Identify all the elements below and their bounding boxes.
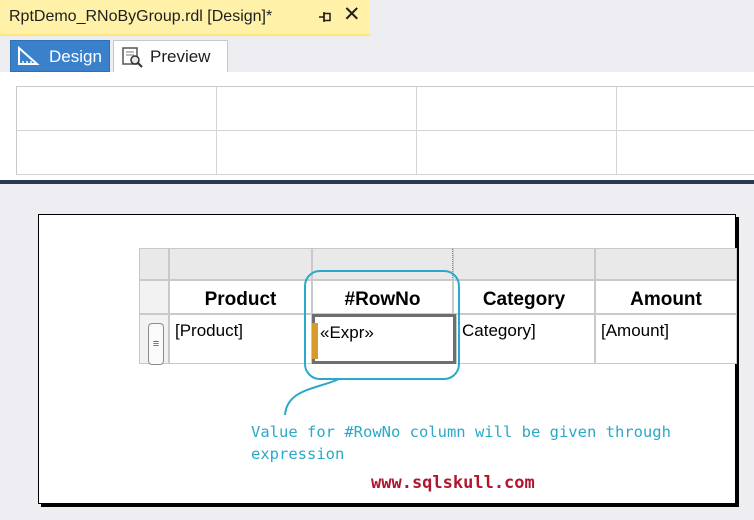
grid-cell bbox=[617, 87, 754, 131]
header-cell-category[interactable]: Category bbox=[453, 280, 595, 314]
annotation-line-2: expression bbox=[251, 445, 345, 463]
row-handle[interactable]: ≡ bbox=[139, 314, 169, 365]
tablix-corner-handle[interactable] bbox=[139, 248, 169, 280]
data-cell-amount[interactable]: [Amount] bbox=[595, 314, 737, 364]
data-cell-product[interactable]: [Product] bbox=[169, 314, 312, 364]
column-handle[interactable] bbox=[453, 248, 595, 280]
header-cell-amount[interactable]: Amount bbox=[595, 280, 737, 314]
header-cell-rowno[interactable]: #RowNo bbox=[312, 280, 453, 314]
data-cell-rowno-selected[interactable]: «Expr» bbox=[312, 314, 456, 364]
close-icon[interactable]: ✕ bbox=[343, 4, 361, 25]
pin-icon[interactable] bbox=[318, 10, 332, 27]
column-handle[interactable] bbox=[312, 248, 453, 280]
document-tab[interactable]: RptDemo_RNoByGroup.rdl [Design]* ✕ bbox=[0, 0, 370, 36]
annotation-line-1: Value for #RowNo column will be given th… bbox=[251, 423, 671, 441]
document-tab-title: RptDemo_RNoByGroup.rdl [Design]* bbox=[9, 8, 273, 25]
row-handle[interactable] bbox=[139, 280, 169, 314]
tablix[interactable]: Product #RowNo Category Amount ≡ [Produc… bbox=[139, 248, 737, 365]
grid-cell bbox=[217, 87, 417, 131]
grid-cell bbox=[617, 131, 754, 175]
grid-cell bbox=[17, 131, 217, 175]
selection-handle[interactable] bbox=[312, 323, 318, 359]
tab-design-label: Design bbox=[49, 47, 102, 66]
pane-splitter[interactable] bbox=[0, 180, 754, 184]
tab-preview[interactable]: Preview bbox=[113, 40, 228, 73]
column-handle[interactable] bbox=[595, 248, 737, 280]
annotation-text: Value for #RowNo column will be given th… bbox=[251, 421, 711, 465]
row-groups-panel bbox=[0, 72, 754, 180]
design-ruler-icon bbox=[17, 45, 41, 71]
grid-cell bbox=[217, 131, 417, 175]
header-cell-product[interactable]: Product bbox=[169, 280, 312, 314]
preview-icon bbox=[120, 46, 144, 73]
watermark: www.sqlskull.com bbox=[371, 473, 535, 493]
report-body[interactable]: Product #RowNo Category Amount ≡ [Produc… bbox=[38, 214, 737, 504]
grid-cell bbox=[17, 87, 217, 131]
group-grip-icon[interactable]: ≡ bbox=[148, 323, 164, 365]
data-cell-rowno-value: «Expr» bbox=[320, 323, 374, 342]
callout-pointer bbox=[284, 378, 340, 416]
data-cell-category[interactable]: Category] bbox=[456, 314, 595, 364]
grid-cell bbox=[417, 131, 617, 175]
tab-design[interactable]: Design bbox=[10, 40, 110, 72]
layout-grid bbox=[16, 86, 754, 175]
grid-cell bbox=[417, 87, 617, 131]
column-handle[interactable] bbox=[169, 248, 312, 280]
tab-preview-label: Preview bbox=[150, 47, 211, 66]
